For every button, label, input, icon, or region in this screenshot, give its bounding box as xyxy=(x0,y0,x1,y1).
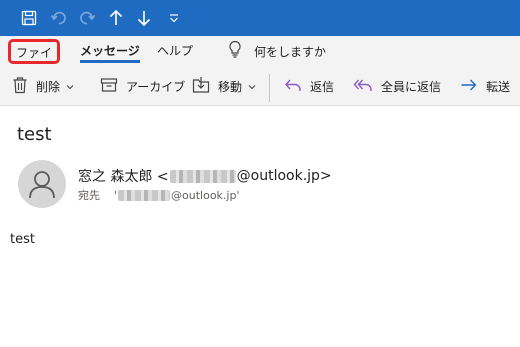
reply-all-button[interactable]: 全員に返信 xyxy=(353,66,441,106)
reply-icon xyxy=(284,77,302,96)
redacted-recipient xyxy=(118,189,171,201)
redo-icon[interactable] xyxy=(75,0,99,36)
down-arrow-icon[interactable] xyxy=(134,0,154,36)
archive-button[interactable]: アーカイブ xyxy=(100,66,185,106)
delete-button[interactable]: 削除 xyxy=(12,66,74,106)
command-bar: 削除 アーカイブ 移動 返信 全員に返信 転送 xyxy=(0,66,520,106)
message-body: test xyxy=(10,232,35,247)
tab-help[interactable]: ヘルプ xyxy=(157,36,193,66)
command-separator xyxy=(269,74,270,102)
tab-message[interactable]: メッセージ xyxy=(80,36,140,66)
up-arrow-icon[interactable] xyxy=(106,0,126,36)
sender-line[interactable]: 窓之 森太郎 < @outlook.jp> xyxy=(78,166,332,186)
reply-all-label: 全員に返信 xyxy=(381,79,442,94)
chevron-down-icon[interactable] xyxy=(248,79,256,93)
trash-icon xyxy=(12,76,28,97)
tab-message-label: メッセージ xyxy=(80,44,140,58)
reply-all-icon xyxy=(353,77,373,96)
customize-icon[interactable] xyxy=(166,0,182,36)
reply-button[interactable]: 返信 xyxy=(284,66,334,106)
person-icon xyxy=(29,171,55,199)
forward-icon xyxy=(460,77,478,96)
sender-name: 窓之 森太郎 < xyxy=(78,169,169,185)
active-tab-underline xyxy=(80,60,140,63)
recipient-line: 宛先 ' @outlook.jp' xyxy=(78,187,240,203)
tell-me-box[interactable]: 何をしますか xyxy=(228,36,326,66)
message-subject: test xyxy=(17,124,52,145)
tell-me-label: 何をしますか xyxy=(254,44,327,59)
to-label: 宛先 xyxy=(78,189,100,202)
forward-button[interactable]: 転送 xyxy=(460,66,510,106)
to-prefix: ' xyxy=(114,188,118,202)
tab-file[interactable]: ファイル xyxy=(8,39,60,83)
save-icon[interactable] xyxy=(18,0,40,36)
avatar[interactable] xyxy=(18,160,66,208)
recipient-domain[interactable]: @outlook.jp' xyxy=(171,189,239,202)
reply-label: 返信 xyxy=(310,79,335,94)
tab-help-label: ヘルプ xyxy=(157,44,194,58)
title-bar xyxy=(0,0,520,36)
move-to-folder-icon xyxy=(192,76,210,97)
forward-label: 転送 xyxy=(486,79,511,94)
sender-domain: @outlook.jp> xyxy=(236,168,332,184)
move-label: 移動 xyxy=(218,79,243,94)
move-button[interactable]: 移動 xyxy=(192,66,256,106)
lightbulb-icon xyxy=(228,40,242,62)
redacted-address xyxy=(169,169,236,183)
archive-icon xyxy=(100,77,118,96)
archive-label: アーカイブ xyxy=(126,79,186,94)
delete-label: 削除 xyxy=(36,79,61,94)
undo-icon[interactable] xyxy=(47,0,71,36)
chevron-down-icon[interactable] xyxy=(66,79,74,93)
